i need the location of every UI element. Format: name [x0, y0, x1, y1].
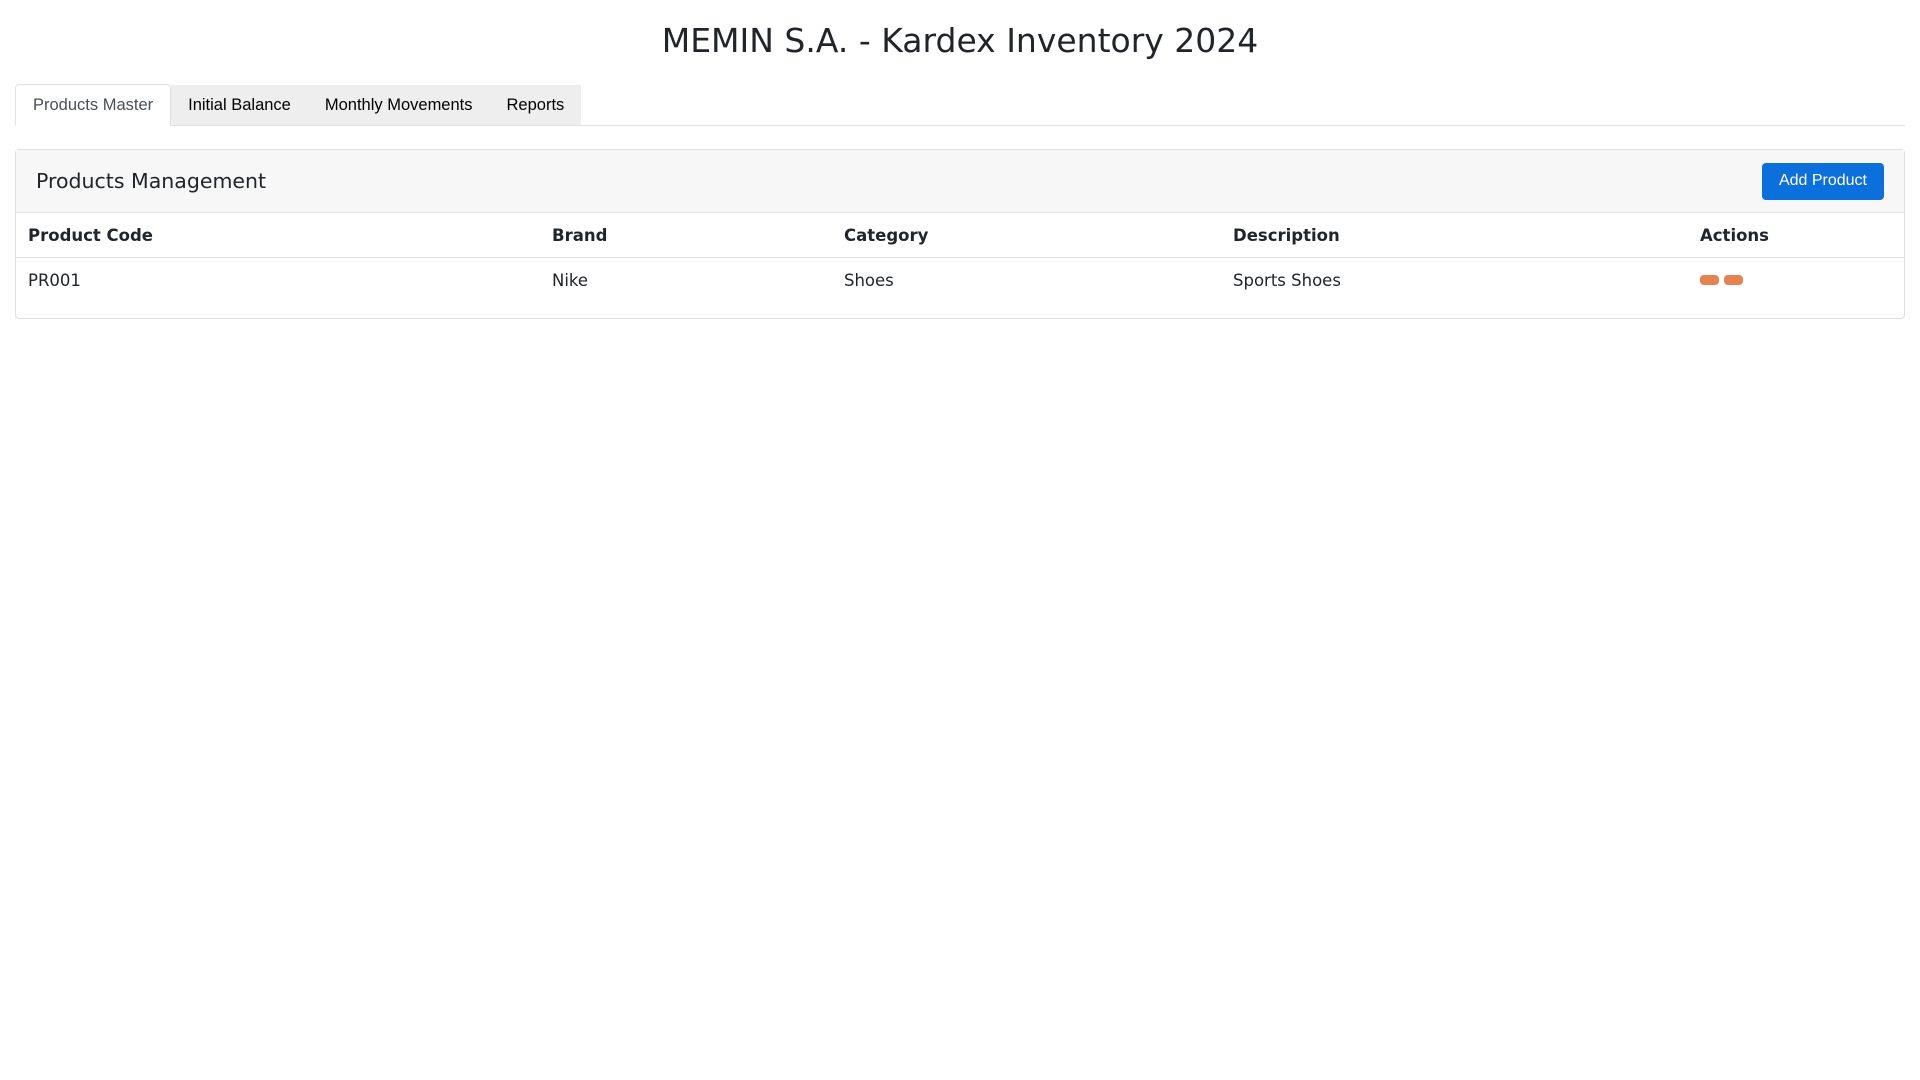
- row-actions: [1700, 275, 1892, 285]
- page: MEMIN S.A. - Kardex Inventory 2024 Produ…: [0, 0, 1920, 1080]
- card-header: Products Management Add Product: [16, 150, 1904, 213]
- card-title: Products Management: [36, 169, 267, 193]
- add-product-button[interactable]: Add Product: [1761, 162, 1884, 200]
- column-header-brand: Brand: [540, 213, 832, 258]
- tab-monthly-movements[interactable]: Monthly Movements: [307, 85, 490, 125]
- cell-actions: [1688, 258, 1904, 303]
- cell-product-code: PR001: [28, 270, 81, 290]
- delete-button[interactable]: [1724, 275, 1743, 285]
- column-header-product-code: Product Code: [16, 213, 540, 258]
- tab-products-master[interactable]: Products Master: [15, 84, 172, 126]
- table-header-row: Product Code Brand Category Description …: [16, 213, 1904, 258]
- cell-description: Sports Shoes: [1233, 270, 1341, 290]
- tab-reports[interactable]: Reports: [489, 85, 582, 125]
- edit-button[interactable]: [1700, 275, 1719, 285]
- products-card: Products Management Add Product Product …: [15, 149, 1905, 319]
- cell-brand: Nike: [552, 270, 589, 290]
- page-title: MEMIN S.A. - Kardex Inventory 2024: [661, 21, 1259, 60]
- cell-category: Shoes: [844, 270, 894, 290]
- column-header-description: Description: [1221, 213, 1688, 258]
- tab-bar: Products Master Initial Balance Monthly …: [15, 84, 1905, 126]
- table-row: PR001 Nike Shoes Sports Shoes: [16, 258, 1904, 303]
- products-table: Product Code Brand Category Description …: [16, 213, 1904, 302]
- tab-initial-balance[interactable]: Initial Balance: [171, 85, 308, 125]
- column-header-actions: Actions: [1688, 213, 1904, 258]
- column-header-category: Category: [832, 213, 1221, 258]
